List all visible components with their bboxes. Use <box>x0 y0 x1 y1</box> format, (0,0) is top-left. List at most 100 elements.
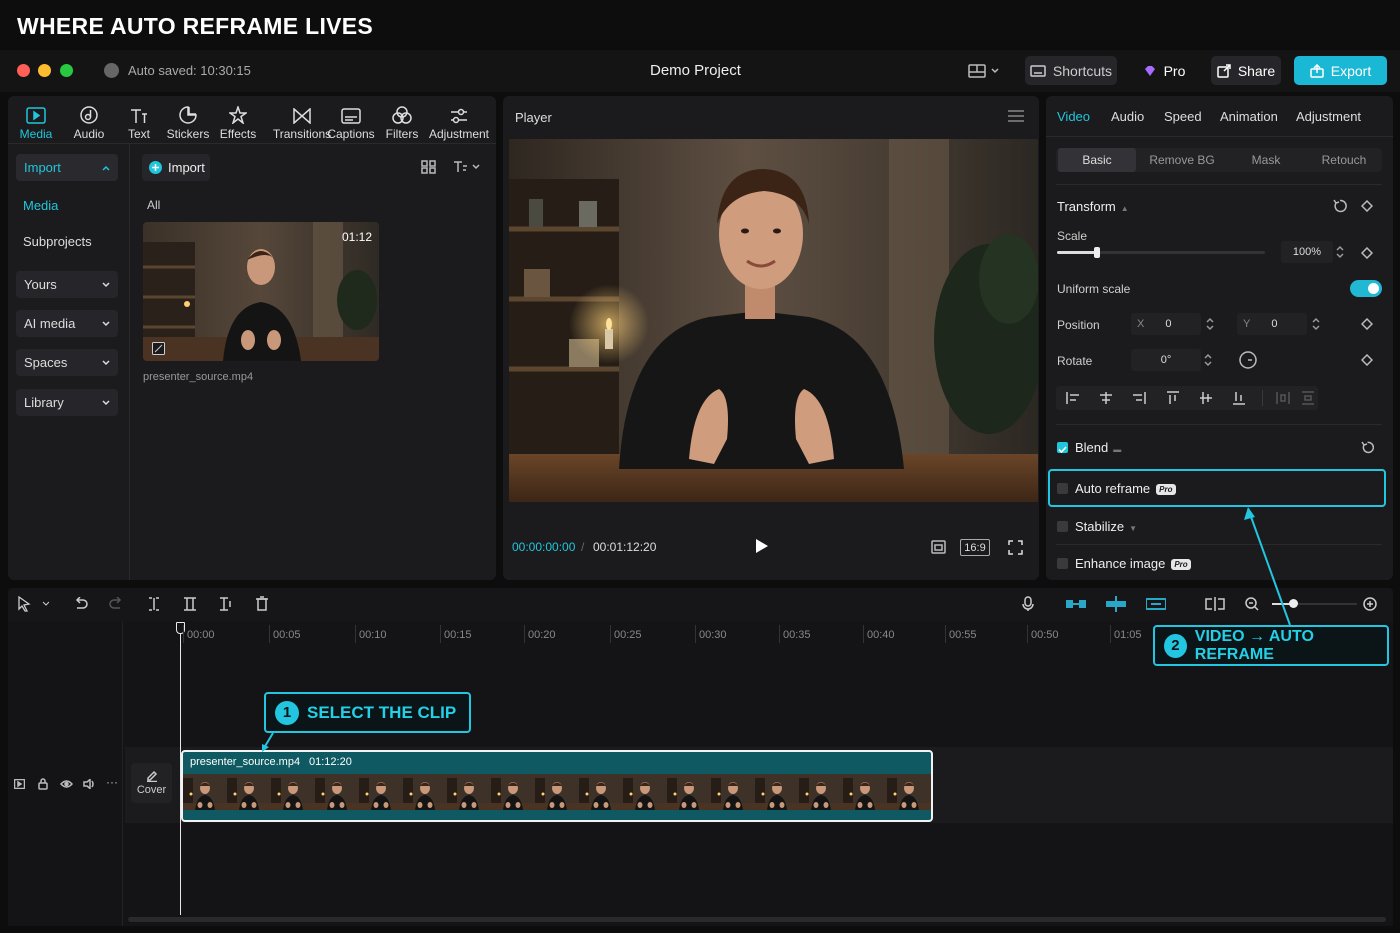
zoom-out-icon[interactable] <box>1245 597 1259 611</box>
fit-icon[interactable] <box>931 540 946 554</box>
position-y-input[interactable]: Y0 <box>1237 313 1307 335</box>
zoom-slider-handle[interactable] <box>1289 599 1298 608</box>
align-top-icon[interactable] <box>1166 391 1180 405</box>
share-button[interactable]: Share <box>1211 56 1281 85</box>
split-icon[interactable] <box>148 597 160 611</box>
volume-icon[interactable] <box>83 779 96 789</box>
tab-captions[interactable]: Captions <box>326 101 376 141</box>
sidebar-item-subprojects[interactable]: Subprojects <box>23 234 92 249</box>
scale-stepper-icon[interactable] <box>1336 245 1344 259</box>
minimize-window-button[interactable] <box>38 64 51 77</box>
align-right-icon[interactable] <box>1132 391 1146 405</box>
media-thumbnail[interactable]: 01:12 <box>143 222 379 361</box>
reset-icon[interactable] <box>1333 199 1347 213</box>
preview-axis-icon[interactable] <box>1205 597 1225 611</box>
undo-icon[interactable] <box>74 597 88 610</box>
project-title[interactable]: Demo Project <box>650 62 741 79</box>
tab-audio[interactable]: Audio <box>63 101 115 141</box>
microphone-icon[interactable] <box>1022 596 1034 612</box>
trim-left-icon[interactable] <box>183 597 197 611</box>
keyframe-icon[interactable] <box>1361 200 1373 212</box>
align-bottom-icon[interactable] <box>1232 391 1246 405</box>
eye-icon[interactable] <box>60 779 73 789</box>
video-preview[interactable] <box>509 139 1038 502</box>
zoom-slider[interactable] <box>1272 599 1357 608</box>
sidebar-item-media[interactable]: Media <box>23 198 58 213</box>
tab-props-adjustment[interactable]: Adjustment <box>1296 109 1361 124</box>
import-button[interactable]: Import <box>142 154 210 181</box>
close-window-button[interactable] <box>17 64 30 77</box>
scale-input[interactable]: 100% <box>1281 241 1333 263</box>
menu-icon[interactable] <box>1008 110 1024 122</box>
tab-stickers[interactable]: Stickers <box>162 101 214 141</box>
align-center-h-icon[interactable] <box>1099 391 1113 405</box>
redo-icon[interactable] <box>109 597 123 610</box>
enhance-image-checkbox[interactable] <box>1057 558 1068 569</box>
sidebar-dropdown-yours[interactable]: Yours <box>16 271 118 298</box>
rotate-dial-icon[interactable] <box>1239 351 1257 369</box>
auto-reframe-checkbox[interactable] <box>1057 483 1068 494</box>
align-center-v-icon[interactable] <box>1199 391 1213 405</box>
layout-menu-button[interactable] <box>968 63 1002 79</box>
auto-reframe-label[interactable]: Auto reframe Pro <box>1075 481 1176 496</box>
tab-speed[interactable]: Speed <box>1164 109 1202 124</box>
subtab-retouch[interactable]: Retouch <box>1314 148 1374 172</box>
trim-right-icon[interactable] <box>219 597 233 611</box>
play-icon[interactable] <box>755 538 769 554</box>
cover-button[interactable]: Cover <box>131 763 172 803</box>
x-stepper-icon[interactable] <box>1206 317 1214 331</box>
tab-adjustment[interactable]: Adjustment <box>428 101 490 141</box>
select-tool-icon[interactable] <box>17 596 49 612</box>
auto-snap-icon[interactable] <box>1146 598 1166 610</box>
more-icon[interactable]: ··· <box>106 775 118 789</box>
tab-transitions[interactable]: Transitions <box>270 101 334 141</box>
distribute-h-icon[interactable] <box>1276 391 1290 405</box>
rotate-stepper-icon[interactable] <box>1204 353 1212 367</box>
timeline-clip[interactable]: presenter_source.mp4 01:12:20 <box>181 750 933 822</box>
sidebar-dropdown-library[interactable]: Library <box>16 389 118 416</box>
scale-slider-handle[interactable] <box>1093 247 1100 258</box>
maximize-window-button[interactable] <box>60 64 73 77</box>
sort-icon[interactable] <box>453 160 481 174</box>
tab-media[interactable]: Media <box>10 101 62 141</box>
enhance-image-label[interactable]: Enhance image Pro <box>1075 556 1191 571</box>
subtab-mask[interactable]: Mask <box>1236 148 1296 172</box>
scale-slider[interactable] <box>1057 247 1265 258</box>
aspect-ratio-button[interactable]: 16:9 <box>960 539 990 556</box>
tab-text[interactable]: Text <box>113 101 165 141</box>
fullscreen-icon[interactable] <box>1008 540 1023 555</box>
lock-icon[interactable] <box>38 778 48 790</box>
timeline-scrollbar[interactable] <box>128 917 1386 922</box>
tab-props-audio[interactable]: Audio <box>1111 109 1144 124</box>
blend-label[interactable]: Blend ▬ <box>1075 440 1121 455</box>
uniform-scale-toggle[interactable] <box>1350 280 1382 297</box>
tab-effects[interactable]: Effects <box>212 101 264 141</box>
sidebar-import-dropdown[interactable]: Import <box>16 154 118 181</box>
tab-filters[interactable]: Filters <box>376 101 428 141</box>
rotate-input[interactable]: 0° <box>1131 349 1201 371</box>
pro-button[interactable]: Pro <box>1131 56 1197 85</box>
position-x-input[interactable]: X0 <box>1131 313 1201 335</box>
media-filter-all[interactable]: All <box>147 198 160 212</box>
stabilize-label[interactable]: Stabilize ▼ <box>1075 519 1137 534</box>
export-button[interactable]: Export <box>1294 56 1387 85</box>
align-left-icon[interactable] <box>1066 391 1080 405</box>
y-stepper-icon[interactable] <box>1312 317 1320 331</box>
distribute-v-icon[interactable] <box>1301 391 1315 405</box>
transform-heading[interactable]: Transform ▲ <box>1057 199 1129 214</box>
sidebar-dropdown-ai-media[interactable]: AI media <box>16 310 118 337</box>
blend-checkbox[interactable] <box>1057 442 1068 454</box>
blend-reset-icon[interactable] <box>1361 441 1374 454</box>
tab-animation[interactable]: Animation <box>1220 109 1278 124</box>
shortcuts-button[interactable]: Shortcuts <box>1025 56 1117 85</box>
sidebar-dropdown-spaces[interactable]: Spaces <box>16 349 118 376</box>
subtab-remove-bg[interactable]: Remove BG <box>1146 148 1218 172</box>
subtab-basic[interactable]: Basic <box>1058 148 1136 172</box>
stabilize-checkbox[interactable] <box>1057 521 1068 532</box>
rotate-keyframe-icon[interactable] <box>1361 354 1373 366</box>
position-keyframe-icon[interactable] <box>1361 318 1373 330</box>
playhead[interactable] <box>180 629 181 915</box>
delete-icon[interactable] <box>255 596 269 611</box>
tab-video[interactable]: Video <box>1057 109 1090 124</box>
snap-icon[interactable] <box>1106 596 1126 612</box>
